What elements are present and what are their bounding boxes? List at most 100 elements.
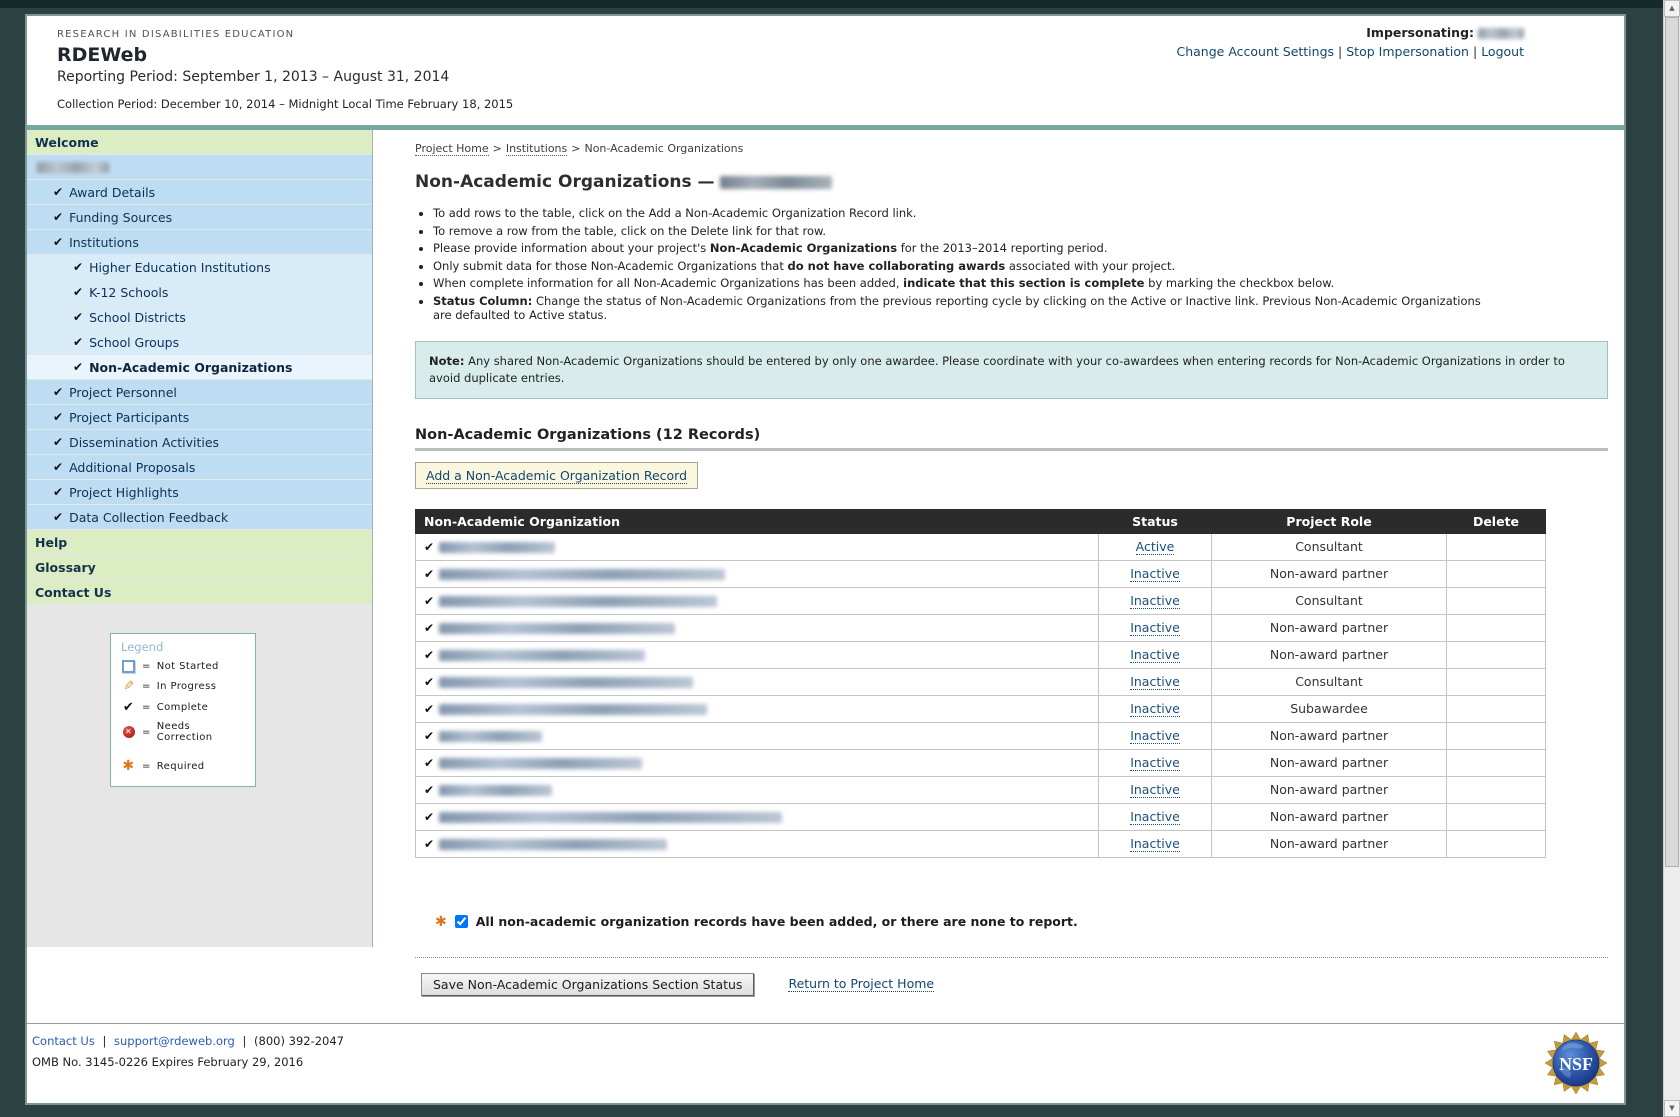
status-link-inactive[interactable]: Inactive (1130, 674, 1180, 690)
status-link-inactive[interactable]: Inactive (1130, 755, 1180, 771)
text: To add rows to the table, click on the A… (433, 206, 916, 220)
sidebar-item-help[interactable]: Help (27, 530, 372, 555)
account-link-logout[interactable]: Logout (1481, 44, 1524, 59)
status-cell: Inactive (1099, 776, 1212, 803)
status-cell: Inactive (1099, 587, 1212, 614)
sidebar-item-award-details[interactable]: ✔Award Details (27, 180, 372, 205)
scroll-down-button[interactable]: ▼ (1664, 1100, 1680, 1117)
status-cell: Inactive (1099, 560, 1212, 587)
breadcrumb-link-project-home[interactable]: Project Home (415, 142, 489, 156)
sidebar-item-redacted-project[interactable] (27, 155, 372, 180)
status-link-inactive[interactable]: Inactive (1130, 701, 1180, 717)
sidebar-item-institutions[interactable]: ✔Institutions (27, 230, 372, 255)
error-glyph: ✕ (123, 726, 135, 738)
reporting-period: Reporting Period: September 1, 2013 – Au… (57, 69, 1624, 85)
redacted-organization-name[interactable] (439, 812, 782, 823)
legend-item: ✱=Required (121, 758, 249, 774)
sidebar-item-project-personnel[interactable]: ✔Project Personnel (27, 380, 372, 405)
complete-check-icon: ✔ (53, 210, 63, 224)
return-to-project-home-link[interactable]: Return to Project Home (788, 976, 934, 992)
section-complete-checkbox[interactable] (455, 915, 468, 928)
footer-contact-link[interactable]: Contact Us (32, 1034, 95, 1048)
sidebar-item-dissemination-activities[interactable]: ✔Dissemination Activities (27, 430, 372, 455)
scroll-up-button[interactable]: ▲ (1664, 0, 1680, 17)
sidebar-item-welcome[interactable]: Welcome (27, 130, 372, 155)
status-link-inactive[interactable]: Inactive (1130, 647, 1180, 663)
delete-cell (1447, 641, 1546, 668)
add-record-link[interactable]: Add a Non-Academic Organization Record (426, 468, 687, 484)
sidebar-item-k-12-schools[interactable]: ✔K-12 Schools (27, 280, 372, 305)
sidebar-item-project-highlights[interactable]: ✔Project Highlights (27, 480, 372, 505)
status-link-inactive[interactable]: Inactive (1130, 728, 1180, 744)
save-section-status-button[interactable]: Save Non-Academic Organizations Section … (421, 973, 754, 996)
needs-correction-icon: ✕ (121, 726, 136, 738)
redacted-user-name (1478, 28, 1524, 39)
sidebar-item-glossary[interactable]: Glossary (27, 555, 372, 580)
note-box: Note: Any shared Non-Academic Organizati… (415, 341, 1608, 399)
sidebar-item-label: Help (35, 535, 67, 550)
vertical-scrollbar[interactable]: ▲ ▼ (1663, 0, 1680, 1117)
redacted-organization-name[interactable] (439, 704, 707, 715)
table-row: ✔InactiveNon-award partner (416, 749, 1546, 776)
project-role-cell: Consultant (1212, 533, 1447, 560)
project-role-value: Consultant (1295, 539, 1363, 554)
legend-label: Not Started (157, 661, 219, 672)
status-link-inactive[interactable]: Inactive (1130, 836, 1180, 852)
text: Please provide information about your pr… (433, 241, 710, 255)
sidebar-item-funding-sources[interactable]: ✔Funding Sources (27, 205, 372, 230)
status-cell: Inactive (1099, 830, 1212, 857)
legend-equals: = (142, 761, 151, 772)
redacted-organization-name[interactable] (439, 650, 645, 661)
redacted-organization-name[interactable] (439, 839, 667, 850)
redacted-organization-name[interactable] (439, 623, 675, 634)
redacted-organization-name[interactable] (439, 596, 717, 607)
complete-check-icon: ✔ (73, 310, 83, 324)
delete-cell (1447, 803, 1546, 830)
table-row: ✔InactiveConsultant (416, 668, 1546, 695)
section-heading-rule (415, 448, 1608, 451)
account-link-change-account-settings[interactable]: Change Account Settings (1176, 44, 1334, 59)
instruction-item-6: Status Column: Change the status of Non-… (433, 294, 1498, 323)
required-icon: ✱ (435, 914, 447, 930)
column-header-delete: Delete (1447, 509, 1546, 533)
status-link-inactive[interactable]: Inactive (1130, 782, 1180, 798)
sidebar-item-data-collection-feedback[interactable]: ✔Data Collection Feedback (27, 505, 372, 530)
organization-cell: ✔ (416, 614, 1099, 641)
add-record-button[interactable]: Add a Non-Academic Organization Record (415, 462, 698, 489)
sidebar-item-school-groups[interactable]: ✔School Groups (27, 330, 372, 355)
organization-cell: ✔ (416, 641, 1099, 668)
breadcrumb-link-institutions[interactable]: Institutions (506, 142, 567, 156)
text: Any shared Non-Academic Organizations sh… (429, 354, 1565, 385)
account-link-stop-impersonation[interactable]: Stop Impersonation (1346, 44, 1469, 59)
instruction-item-1: To add rows to the table, click on the A… (433, 206, 1498, 221)
scrollbar-thumb[interactable] (1665, 17, 1679, 867)
redacted-organization-name[interactable] (439, 785, 552, 796)
section-complete-label[interactable]: All non-academic organization records ha… (476, 914, 1078, 929)
footer-email-link[interactable]: support@rdeweb.org (114, 1034, 235, 1048)
redacted-organization-name[interactable] (439, 758, 642, 769)
redacted-organization-name[interactable] (439, 731, 542, 742)
complete-check-icon: ✔ (424, 702, 434, 716)
sidebar-item-non-academic-organizations[interactable]: ✔Non-Academic Organizations (27, 355, 372, 380)
status-link-inactive[interactable]: Inactive (1130, 809, 1180, 825)
sidebar-item-project-participants[interactable]: ✔Project Participants (27, 405, 372, 430)
breadcrumb: Project Home>Institutions>Non-Academic O… (415, 142, 1608, 155)
app-header: RESEARCH IN DISABILITIES EDUCATION RDEWe… (27, 16, 1624, 125)
sidebar-item-additional-proposals[interactable]: ✔Additional Proposals (27, 455, 372, 480)
footer-separator: | (102, 1034, 106, 1048)
instruction-list: To add rows to the table, click on the A… (415, 206, 1498, 323)
complete-check-icon: ✔ (424, 810, 434, 824)
status-link-inactive[interactable]: Inactive (1130, 566, 1180, 582)
sidebar-item-contact-us[interactable]: Contact Us (27, 580, 372, 605)
sidebar-item-higher-education-institutions[interactable]: ✔Higher Education Institutions (27, 255, 372, 280)
sidebar-item-school-districts[interactable]: ✔School Districts (27, 305, 372, 330)
not-started-icon (121, 660, 136, 673)
redacted-project-label (37, 162, 109, 173)
sidebar-item-label: Welcome (35, 135, 99, 150)
redacted-organization-name[interactable] (439, 542, 555, 553)
status-link-inactive[interactable]: Inactive (1130, 620, 1180, 636)
status-link-inactive[interactable]: Inactive (1130, 593, 1180, 609)
redacted-organization-name[interactable] (439, 569, 725, 580)
redacted-organization-name[interactable] (439, 677, 693, 688)
status-link-active[interactable]: Active (1136, 539, 1175, 555)
